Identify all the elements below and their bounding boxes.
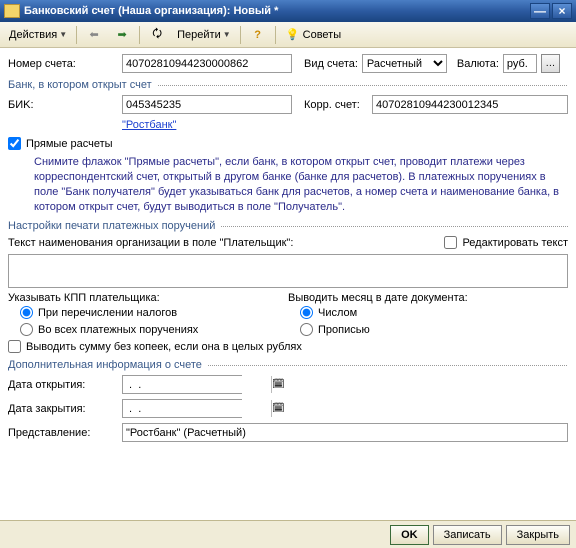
ok-button[interactable]: OK	[390, 525, 429, 545]
lightbulb-icon: 💡	[285, 27, 301, 43]
kpp-opt2-label: Во всех платежных поручениях	[38, 324, 198, 336]
close-date-field[interactable]: 🗓	[122, 399, 242, 418]
korr-input[interactable]	[372, 95, 568, 114]
help-icon: ?	[250, 27, 266, 43]
currency-label: Валюта:	[457, 58, 499, 70]
goto-label: Перейти	[177, 29, 221, 41]
bik-input[interactable]	[122, 95, 292, 114]
account-no-label: Номер счета:	[8, 58, 118, 70]
open-date-field[interactable]: 🗓	[122, 375, 242, 394]
month-opt2-label: Прописью	[318, 324, 370, 336]
calendar-icon[interactable]: 🗓	[271, 376, 285, 393]
account-type-label: Вид счета:	[304, 58, 358, 70]
direct-payments-checkbox[interactable]	[8, 137, 21, 150]
chevron-down-icon: ▼	[59, 30, 67, 39]
bank-section-header: Банк, в котором открыт счет	[8, 79, 568, 91]
additional-section-header: Дополнительная информация о счете	[8, 359, 568, 371]
refresh-button[interactable]: 🗘	[144, 25, 170, 45]
representation-label: Представление:	[8, 427, 118, 439]
close-date-label: Дата закрытия:	[8, 403, 118, 415]
payer-text-label: Текст наименования организации в поле "П…	[8, 237, 440, 249]
refresh-icon: 🗘	[149, 27, 165, 43]
tips-label: Советы	[303, 29, 341, 41]
forward-icon: ➡	[114, 27, 130, 43]
save-button-label: Записать	[444, 529, 491, 541]
close-button[interactable]: Закрыть	[506, 525, 570, 545]
app-icon	[4, 4, 20, 18]
bik-label: БИK:	[8, 99, 118, 111]
window-title: Банковский счет (Наша организация): Новы…	[24, 5, 530, 17]
toolbar: Действия ▼ ⬅ ➡ 🗘 Перейти ▼ ? 💡 Советы	[0, 22, 576, 48]
content-area: Номер счета: Вид счета: Расчетный Валюта…	[0, 48, 576, 453]
open-date-input[interactable]	[123, 376, 271, 393]
close-button-label: Закрыть	[517, 529, 559, 541]
korr-label: Корр. счет:	[304, 99, 368, 111]
ok-button-label: OK	[401, 529, 418, 541]
back-button[interactable]: ⬅	[81, 25, 107, 45]
kpp-opt1-label: При перечислении налогов	[38, 307, 177, 319]
goto-menu[interactable]: Перейти ▼	[172, 25, 236, 45]
separator	[275, 26, 276, 44]
separator	[76, 26, 77, 44]
currency-picker-button[interactable]: …	[541, 54, 560, 73]
no-kopecks-checkbox[interactable]	[8, 340, 21, 353]
print-section-title: Настройки печати платежных поручений	[8, 220, 221, 232]
account-type-select[interactable]: Расчетный	[362, 54, 447, 73]
account-no-input[interactable]	[122, 54, 292, 73]
kpp-all-radio[interactable]	[20, 323, 33, 336]
actions-label: Действия	[9, 29, 57, 41]
footer: OK Записать Закрыть	[0, 520, 576, 548]
open-date-label: Дата открытия:	[8, 379, 118, 391]
direct-payments-label: Прямые расчеты	[26, 138, 113, 150]
save-button[interactable]: Записать	[433, 525, 502, 545]
currency-input[interactable]	[503, 54, 537, 73]
no-kopecks-label: Выводить сумму без копеек, если она в це…	[26, 341, 302, 353]
calendar-icon[interactable]: 🗓	[271, 400, 285, 417]
forward-button[interactable]: ➡	[109, 25, 135, 45]
titlebar: Банковский счет (Наша организация): Новы…	[0, 0, 576, 22]
help-button[interactable]: ?	[245, 25, 271, 45]
month-number-radio[interactable]	[300, 306, 313, 319]
payer-text-input[interactable]	[8, 254, 568, 288]
bank-link[interactable]: "Ростбанк"	[122, 119, 176, 131]
print-section-header: Настройки печати платежных поручений	[8, 220, 568, 232]
close-window-button[interactable]: ×	[552, 3, 572, 19]
back-icon: ⬅	[86, 27, 102, 43]
bank-section-title: Банк, в котором открыт счет	[8, 79, 158, 91]
direct-payments-hint: Снимите флажок "Прямые расчеты", если ба…	[34, 155, 568, 214]
edit-text-label: Редактировать текст	[462, 237, 568, 249]
close-date-input[interactable]	[123, 400, 271, 417]
separator	[139, 26, 140, 44]
month-label: Выводить месяц в дате документа:	[288, 292, 568, 304]
actions-menu[interactable]: Действия ▼	[4, 25, 72, 45]
chevron-down-icon: ▼	[223, 30, 231, 39]
month-text-radio[interactable]	[300, 323, 313, 336]
additional-section-title: Дополнительная информация о счете	[8, 359, 208, 371]
kpp-taxes-radio[interactable]	[20, 306, 33, 319]
separator	[240, 26, 241, 44]
kpp-label: Указывать КПП плательщика:	[8, 292, 288, 304]
edit-text-checkbox[interactable]	[444, 236, 457, 249]
month-opt1-label: Числом	[318, 307, 357, 319]
tips-button[interactable]: 💡 Советы	[280, 25, 346, 45]
representation-input[interactable]	[122, 423, 568, 442]
minimize-button[interactable]: —	[530, 3, 550, 19]
